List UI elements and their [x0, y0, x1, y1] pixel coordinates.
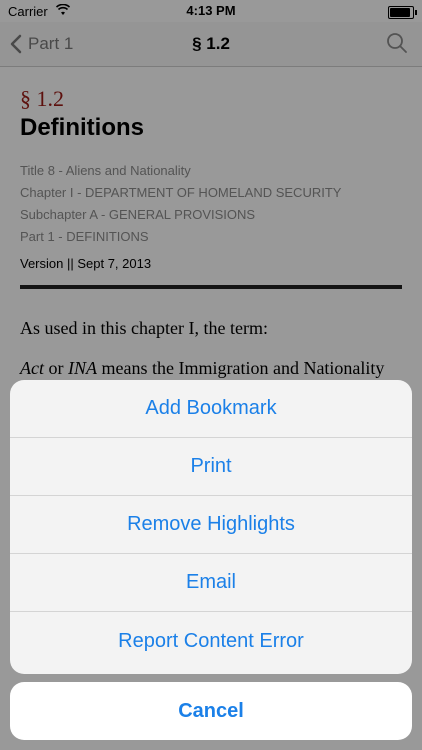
email-button[interactable]: Email — [10, 554, 412, 612]
cancel-button[interactable]: Cancel — [10, 682, 412, 740]
report-content-error-button[interactable]: Report Content Error — [10, 612, 412, 670]
action-sheet: Add Bookmark Print Remove Highlights Ema… — [10, 380, 412, 674]
add-bookmark-button[interactable]: Add Bookmark — [10, 380, 412, 438]
print-button[interactable]: Print — [10, 438, 412, 496]
remove-highlights-button[interactable]: Remove Highlights — [10, 496, 412, 554]
